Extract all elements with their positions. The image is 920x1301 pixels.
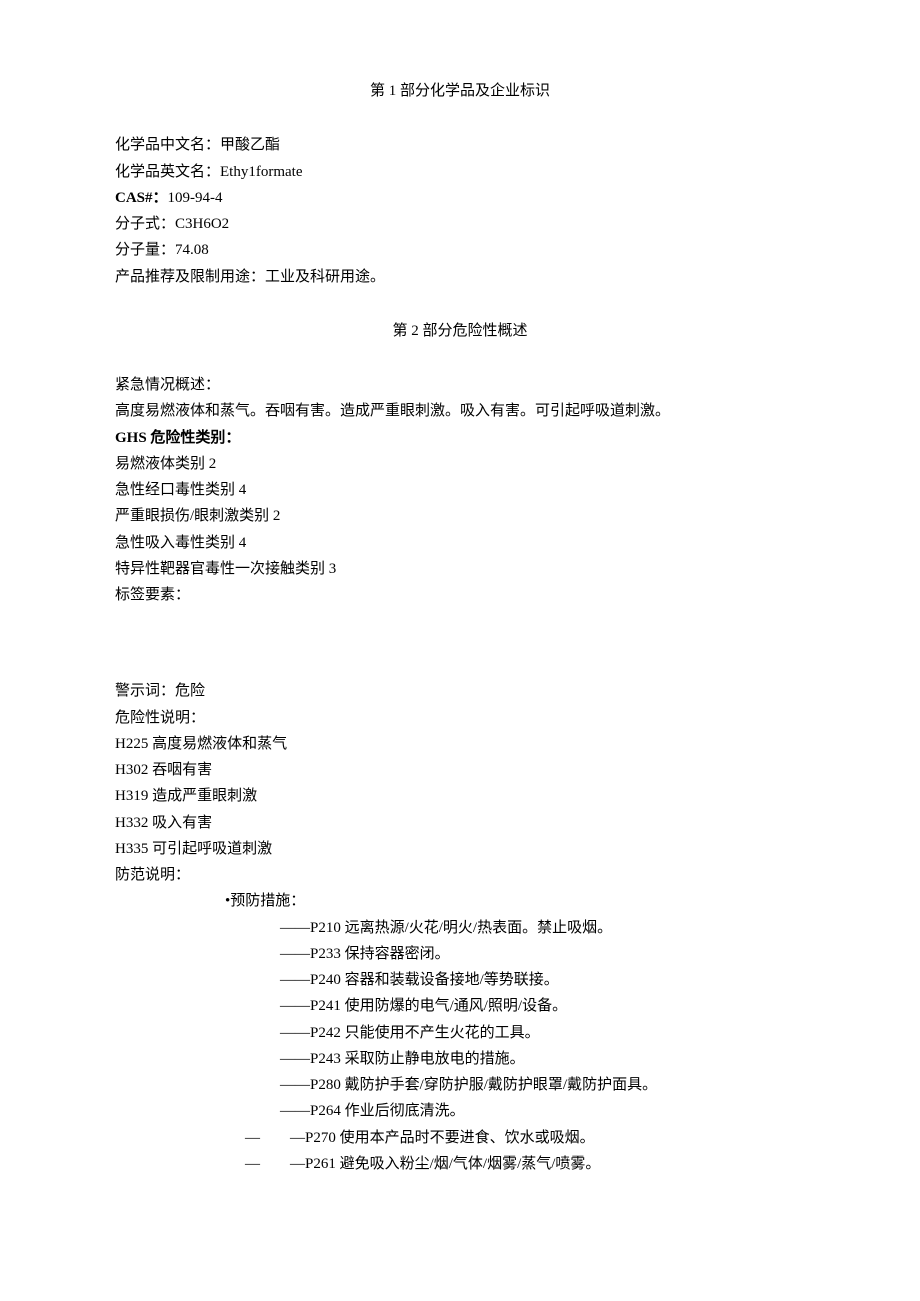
prevention-item: ——P242 只能使用不产生火花的工具。 (115, 1020, 805, 1046)
prevention-item: ——P241 使用防爆的电气/通风/照明/设备。 (115, 993, 805, 1019)
prevention-item-alt: — —P261 避免吸入粉尘/烟/气体/烟雾/蒸气/喷雾。 (115, 1151, 805, 1177)
use-label: 产品推荐及限制用途： (115, 269, 265, 285)
hazard-statement: H335 可引起呼吸道刺激 (115, 836, 805, 862)
ghs-label: GHS 危险性类别： (115, 425, 805, 451)
prevention-item-alt-text: P261 避免吸入粉尘/烟/气体/烟雾/蒸气/喷雾。 (305, 1156, 600, 1172)
hazard-statement: H319 造成严重眼刺激 (115, 783, 805, 809)
prevention-item-alt: — —P270 使用本产品时不要进食、饮水或吸烟。 (115, 1125, 805, 1151)
name-en-label: 化学品英文名： (115, 164, 220, 180)
prevention-item: ——P280 戴防护手套/穿防护服/戴防护眼罩/戴防护面具。 (115, 1072, 805, 1098)
cas-label: CAS#： (115, 190, 168, 206)
name-en-row: 化学品英文名：Ethy1formate (115, 159, 805, 185)
formula-label: 分子式： (115, 216, 175, 232)
mw-value: 74.08 (175, 242, 209, 258)
ghs-label-text: GHS 危险性类别： (115, 430, 240, 446)
prevention-item: ——P240 容器和装载设备接地/等势联接。 (115, 967, 805, 993)
pictogram-placeholder (115, 608, 805, 678)
signal-word-value: 危险 (175, 683, 205, 699)
section-2-title: 第 2 部分危险性概述 (115, 318, 805, 344)
label-elements: 标签要素： (115, 582, 805, 608)
cas-value: 109-94-4 (168, 190, 223, 206)
section-1-title: 第 1 部分化学品及企业标识 (115, 78, 805, 104)
prevention-item: ——P210 远离热源/火花/明火/热表面。禁止吸烟。 (115, 915, 805, 941)
ghs-item: 易燃液体类别 2 (115, 451, 805, 477)
prevention-header: •预防措施： (115, 888, 805, 914)
name-cn-label: 化学品中文名： (115, 137, 220, 153)
hazard-statement: H332 吸入有害 (115, 810, 805, 836)
use-row: 产品推荐及限制用途：工业及科研用途。 (115, 264, 805, 290)
signal-word-row: 警示词：危险 (115, 678, 805, 704)
emergency-text: 高度易燃液体和蒸气。吞咽有害。造成严重眼刺激。吸入有害。可引起呼吸道刺激。 (115, 398, 805, 424)
cas-row: CAS#：109-94-4 (115, 185, 805, 211)
emergency-label: 紧急情况概述： (115, 372, 805, 398)
hazard-statement-label: 危险性说明： (115, 705, 805, 731)
signal-word-label: 警示词： (115, 683, 175, 699)
name-en-value: Ethy1formate (220, 164, 302, 180)
name-cn-row: 化学品中文名：甲酸乙酯 (115, 132, 805, 158)
ghs-item: 急性经口毒性类别 4 (115, 477, 805, 503)
formula-row: 分子式：C3H6O2 (115, 211, 805, 237)
mw-label: 分子量： (115, 242, 175, 258)
dash-prefix: — — (245, 1130, 305, 1146)
ghs-item: 特异性靶器官毒性一次接触类别 3 (115, 556, 805, 582)
use-value: 工业及科研用途。 (265, 269, 385, 285)
mw-row: 分子量：74.08 (115, 237, 805, 263)
dash-prefix: — — (245, 1156, 305, 1172)
section-1-body: 化学品中文名：甲酸乙酯 化学品英文名：Ethy1formate CAS#：109… (115, 132, 805, 290)
formula-value: C3H6O2 (175, 216, 229, 232)
prevention-item: ——P233 保持容器密闭。 (115, 941, 805, 967)
prevention-item: ——P243 采取防止静电放电的措施。 (115, 1046, 805, 1072)
ghs-item: 急性吸入毒性类别 4 (115, 530, 805, 556)
prevention-item-alt-text: P270 使用本产品时不要进食、饮水或吸烟。 (305, 1130, 595, 1146)
ghs-item: 严重眼损伤/眼刺激类别 2 (115, 503, 805, 529)
section-2-body: 紧急情况概述： 高度易燃液体和蒸气。吞咽有害。造成严重眼刺激。吸入有害。可引起呼… (115, 372, 805, 1177)
name-cn-value: 甲酸乙酯 (220, 137, 280, 153)
hazard-statement: H225 高度易燃液体和蒸气 (115, 731, 805, 757)
hazard-statement: H302 吞咽有害 (115, 757, 805, 783)
prevention-item: ——P264 作业后彻底清洗。 (115, 1098, 805, 1124)
precaution-label: 防范说明： (115, 862, 805, 888)
